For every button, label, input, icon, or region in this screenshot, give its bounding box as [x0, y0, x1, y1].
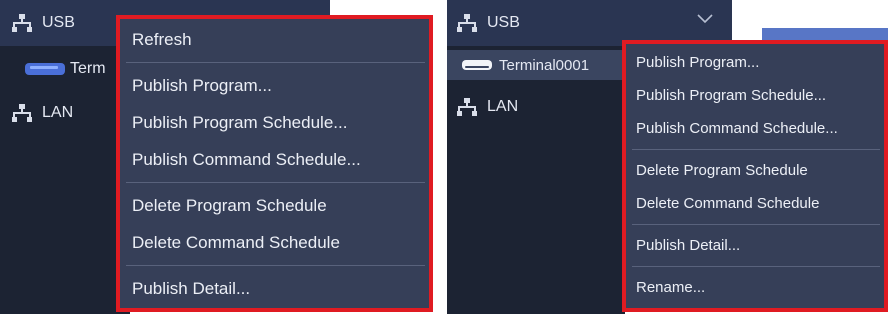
menu-item-publish-detail[interactable]: Publish Detail...: [626, 229, 884, 262]
menu-item-publish-program-schedule[interactable]: Publish Program Schedule...: [120, 104, 429, 141]
context-menu-terminal: Publish Program... Publish Program Sched…: [622, 40, 888, 312]
chevron-down-icon[interactable]: [697, 12, 713, 24]
tree-item-lan[interactable]: LAN: [457, 94, 518, 120]
menu-item-refresh[interactable]: Refresh: [120, 21, 429, 58]
context-menu-usb: Refresh Publish Program... Publish Progr…: [116, 15, 433, 312]
tree-item-usb[interactable]: USB: [457, 10, 520, 36]
menu-separator: [126, 182, 425, 183]
menu-separator: [126, 62, 425, 63]
menu-item-delete-program-schedule[interactable]: Delete Program Schedule: [626, 154, 884, 187]
menu-separator: [632, 149, 880, 150]
network-icon: [457, 14, 477, 32]
tree-item-lan-label: LAN: [487, 98, 519, 115]
tree-item-terminal0001[interactable]: Terminal0001: [447, 50, 625, 80]
menu-item-rename[interactable]: Rename...: [626, 271, 884, 304]
tree-item-terminal[interactable]: Term: [24, 56, 106, 82]
tree-item-lan[interactable]: LAN: [12, 100, 73, 126]
device-tree-sidebar: [447, 0, 625, 314]
menu-item-publish-program[interactable]: Publish Program...: [626, 46, 884, 79]
tree-item-usb-label: USB: [487, 14, 520, 31]
network-icon: [12, 104, 32, 122]
network-icon: [457, 98, 477, 116]
terminal-device-icon: [462, 60, 492, 70]
menu-separator: [632, 266, 880, 267]
device-tree-sidebar: [0, 0, 130, 314]
menu-item-publish-program[interactable]: Publish Program...: [120, 67, 429, 104]
menu-item-publish-program-schedule[interactable]: Publish Program Schedule...: [626, 79, 884, 112]
menu-item-delete-command-schedule[interactable]: Delete Command Schedule: [626, 187, 884, 220]
tree-item-terminal0001-label: Terminal0001: [499, 56, 590, 74]
menu-item-publish-command-schedule[interactable]: Publish Command Schedule...: [120, 141, 429, 178]
menu-item-delete-command-schedule[interactable]: Delete Command Schedule: [120, 224, 429, 261]
tree-item-usb-label: USB: [42, 14, 75, 31]
right-screenshot-panel: USB Terminal0001 LAN Publish Program... …: [447, 0, 888, 314]
menu-item-publish-command-schedule[interactable]: Publish Command Schedule...: [626, 112, 884, 145]
menu-separator: [632, 224, 880, 225]
tree-item-terminal-label: Term: [70, 60, 106, 77]
network-icon: [12, 14, 32, 32]
menu-item-publish-detail[interactable]: Publish Detail...: [120, 270, 429, 307]
tree-item-lan-label: LAN: [42, 104, 74, 121]
terminal-device-icon: [25, 63, 65, 75]
menu-item-delete-program-schedule[interactable]: Delete Program Schedule: [120, 187, 429, 224]
left-screenshot-panel: USB Term LAN Refresh Publish Program... …: [0, 0, 437, 314]
tree-item-usb[interactable]: USB: [12, 10, 75, 36]
menu-separator: [126, 265, 425, 266]
